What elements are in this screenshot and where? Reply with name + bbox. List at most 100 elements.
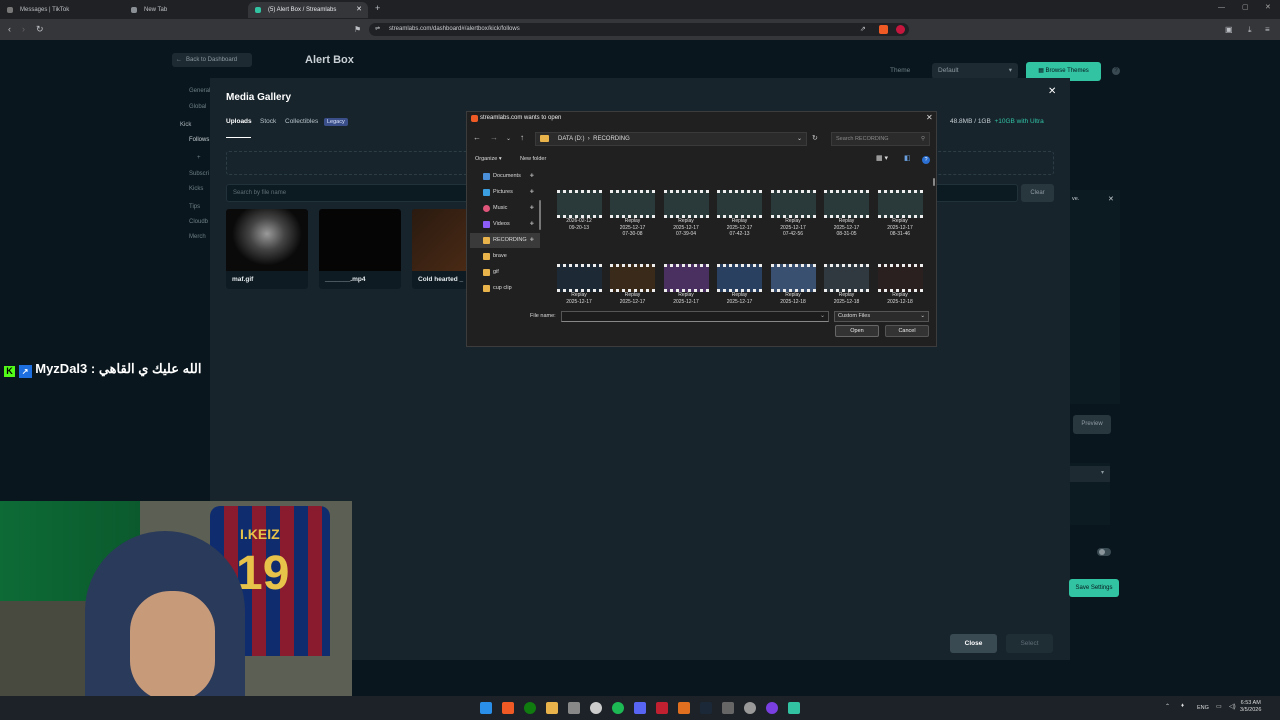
nav-brave[interactable]: brave bbox=[470, 249, 540, 264]
sidebar-item-tips[interactable]: Tips bbox=[189, 204, 200, 210]
tab-tiktok[interactable]: Messages | TikTok bbox=[0, 2, 120, 18]
nav-gif[interactable]: gif bbox=[470, 265, 540, 280]
add-alert-button[interactable]: + bbox=[197, 155, 201, 161]
save-settings-button[interactable]: Save Settings bbox=[1069, 579, 1119, 597]
share-icon[interactable]: ⇗ bbox=[860, 23, 866, 36]
nav-scrollbar[interactable] bbox=[539, 200, 541, 230]
xbox-icon[interactable] bbox=[524, 702, 536, 714]
dropdown[interactable]: ▾ bbox=[1070, 466, 1110, 482]
file-item[interactable]: 2026-02-12 09-20-13 bbox=[553, 190, 605, 231]
help-icon[interactable]: ? bbox=[922, 156, 930, 164]
app-icon[interactable] bbox=[568, 702, 580, 714]
file-name-input[interactable]: ⌄ bbox=[561, 311, 829, 322]
brave-shield-icon[interactable] bbox=[879, 25, 888, 34]
nav-videos[interactable]: Videos ✚ bbox=[470, 217, 540, 232]
network-icon[interactable]: ▭ bbox=[1216, 703, 1222, 710]
new-tab-button[interactable]: + bbox=[375, 3, 380, 13]
organize-menu[interactable]: Organize ▾ bbox=[475, 156, 502, 162]
file-item[interactable]: Replay 2025-12-17 07-42-56 bbox=[767, 190, 819, 238]
breadcrumb-folder[interactable]: RECORDING bbox=[593, 136, 630, 142]
chevron-down-icon[interactable]: ⌄ bbox=[797, 133, 802, 145]
steam-icon[interactable] bbox=[700, 702, 712, 714]
tab-new-tab[interactable]: New Tab bbox=[124, 2, 244, 18]
close-tab-icon[interactable]: ✕ bbox=[356, 2, 362, 18]
file-item[interactable]: Replay 2025-12-17 07-39-04 bbox=[660, 190, 712, 238]
menu-icon[interactable]: ≡ bbox=[1265, 23, 1270, 36]
sidebar-item-cloudbot[interactable]: Cloudb bbox=[189, 219, 208, 225]
app-icon[interactable] bbox=[722, 702, 734, 714]
file-explorer-icon[interactable] bbox=[546, 702, 558, 714]
sidebar-item-global[interactable]: Global bbox=[189, 104, 206, 110]
start-icon[interactable] bbox=[480, 702, 492, 714]
sidebar-item-subscriptions[interactable]: Subscri bbox=[189, 171, 209, 177]
up-arrow-icon[interactable]: ↑ bbox=[520, 133, 524, 142]
preview-button[interactable]: Preview bbox=[1073, 415, 1111, 434]
nav-cup-clip[interactable]: cup clip bbox=[470, 281, 540, 296]
close-icon[interactable]: ✕ bbox=[1108, 195, 1114, 203]
tab-collectibles[interactable]: Collectibles bbox=[285, 118, 318, 125]
view-options-icon[interactable]: ▦ ▾ bbox=[876, 154, 888, 162]
minimize-icon[interactable]: — bbox=[1218, 4, 1225, 11]
file-item[interactable]: Replay 2025-12-17 08-31-05 bbox=[821, 190, 873, 238]
file-item[interactable]: Replay 2025-12-18 bbox=[767, 264, 819, 305]
sidebar-item-merch[interactable]: Merch bbox=[189, 234, 206, 240]
media-item[interactable]: Cold hearted _ bbox=[412, 209, 468, 289]
file-item[interactable]: Replay 2025-12-18 bbox=[821, 264, 873, 305]
help-icon[interactable]: ? bbox=[1112, 67, 1120, 75]
app-icon[interactable] bbox=[678, 702, 690, 714]
select-button[interactable]: Select bbox=[1006, 634, 1053, 653]
clock[interactable]: 6:53 AM 3/5/2026 bbox=[1240, 700, 1261, 714]
tray-overflow-icon[interactable]: ⌃ bbox=[1165, 703, 1170, 710]
new-folder-button[interactable]: New folder bbox=[520, 156, 546, 162]
tab-stock[interactable]: Stock bbox=[260, 118, 276, 125]
file-item[interactable]: Replay 2025-12-17 bbox=[660, 264, 712, 305]
close-icon[interactable]: ✕ bbox=[1048, 86, 1056, 97]
sidebar-item-general[interactable]: General bbox=[189, 88, 210, 94]
back-to-dashboard-button[interactable]: ← Back to Dashboard bbox=[172, 53, 252, 67]
toggle-switch[interactable] bbox=[1097, 548, 1111, 556]
address-bar[interactable]: ⇌ streamlabs.com/dashboard#/alertbox/kic… bbox=[369, 23, 909, 36]
download-icon[interactable]: ⤓ bbox=[1248, 23, 1252, 36]
maximize-icon[interactable]: ▢ bbox=[1242, 3, 1249, 11]
close-button[interactable]: Close bbox=[950, 634, 997, 653]
close-window-icon[interactable]: ✕ bbox=[1265, 3, 1271, 11]
breadcrumb-drive[interactable]: DATA (D:) bbox=[558, 136, 584, 142]
nav-pictures[interactable]: Pictures ✚ bbox=[470, 185, 540, 200]
nav-music[interactable]: Music ✚ bbox=[470, 201, 540, 216]
app-icon[interactable] bbox=[766, 702, 778, 714]
media-item[interactable]: _______.mp4 bbox=[319, 209, 401, 289]
file-item[interactable]: Replay 2025-12-17 bbox=[714, 264, 766, 305]
reload-icon[interactable]: ↻ bbox=[36, 23, 44, 36]
language-indicator[interactable]: ENG bbox=[1197, 705, 1209, 711]
nav-documents[interactable]: Documents ✚ bbox=[470, 169, 540, 184]
back-arrow-icon[interactable]: ← bbox=[473, 133, 481, 142]
mic-icon[interactable]: ♦ bbox=[1181, 703, 1184, 709]
tab-streamlabs[interactable]: (5) Alert Box / Streamlabs ✕ bbox=[248, 2, 368, 18]
app-icon[interactable] bbox=[744, 702, 756, 714]
sidebar-toggle-icon[interactable]: ▣ bbox=[1225, 23, 1233, 36]
file-item[interactable]: Replay 2025-12-17 bbox=[607, 264, 659, 305]
file-item[interactable]: Replay 2025-12-18 bbox=[874, 264, 926, 305]
close-icon[interactable]: ✕ bbox=[926, 113, 933, 122]
file-item[interactable]: Replay 2025-12-17 07-30-08 bbox=[607, 190, 659, 238]
preview-pane-icon[interactable]: ◧ bbox=[904, 154, 911, 162]
open-button[interactable]: Open bbox=[835, 325, 879, 337]
volume-icon[interactable]: ◁) bbox=[1229, 703, 1236, 710]
back-arrow-icon[interactable]: ‹ bbox=[8, 23, 11, 36]
site-info-icon[interactable]: ⇌ bbox=[375, 23, 380, 36]
nav-recording[interactable]: RECORDING ✚ bbox=[470, 233, 540, 248]
file-scrollbar[interactable] bbox=[933, 178, 935, 186]
clear-button[interactable]: Clear bbox=[1021, 184, 1054, 202]
brave-rewards-icon[interactable] bbox=[896, 25, 905, 34]
search-input[interactable]: Search RECORDING ⚲ bbox=[831, 132, 930, 146]
path-bar[interactable]: DATA (D:) › RECORDING ⌄ bbox=[535, 132, 807, 146]
forward-arrow-icon[interactable]: › bbox=[22, 23, 25, 36]
upgrade-link[interactable]: +10GB with Ultra bbox=[994, 118, 1043, 125]
app-icon[interactable] bbox=[656, 702, 668, 714]
cancel-button[interactable]: Cancel bbox=[885, 325, 929, 337]
file-type-select[interactable]: Custom Files ⌄ bbox=[834, 311, 929, 322]
streamlabs-icon[interactable] bbox=[788, 702, 800, 714]
sidebar-item-follows[interactable]: Follows bbox=[189, 137, 209, 143]
discord-icon[interactable] bbox=[634, 702, 646, 714]
spotify-icon[interactable] bbox=[612, 702, 624, 714]
